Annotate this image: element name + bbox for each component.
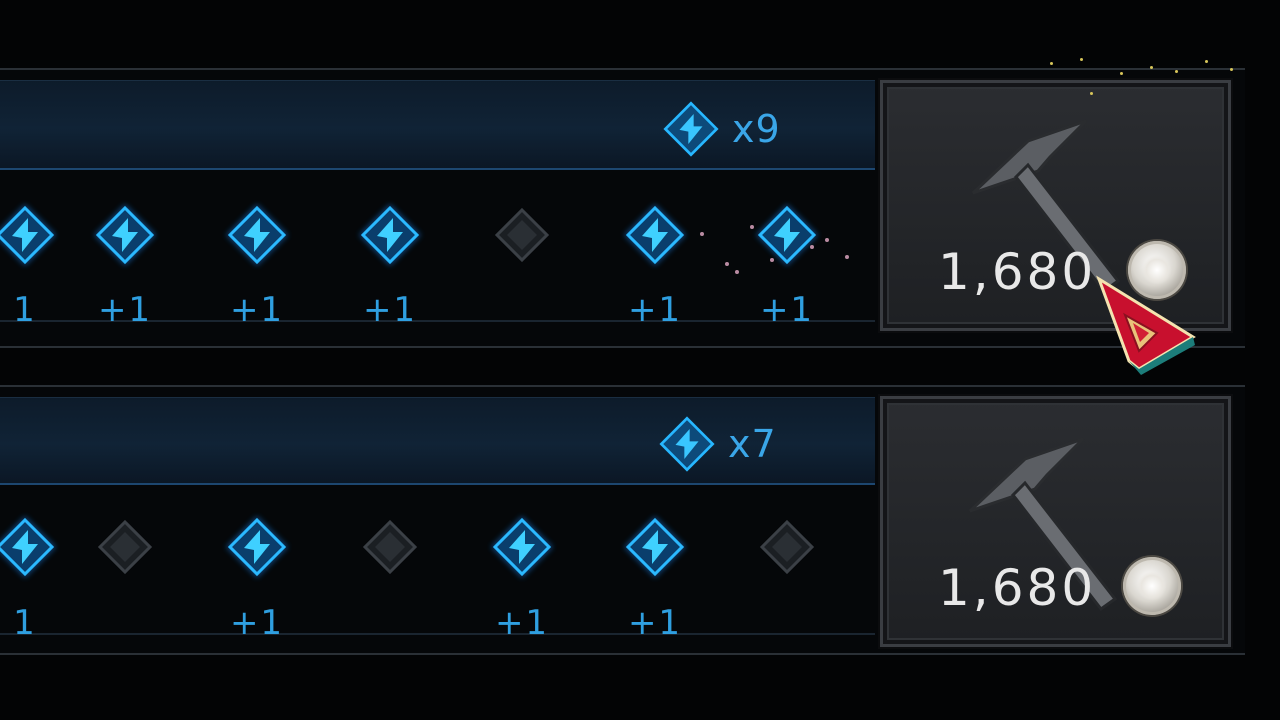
row-header: x7 — [0, 397, 875, 485]
empty-slot-icon — [752, 512, 822, 582]
counter-text: x9 — [732, 107, 781, 151]
blue-stone-icon — [0, 200, 60, 270]
empty-slot-icon — [487, 200, 557, 270]
blue-stone-icon — [355, 200, 425, 270]
blue-stone-icon — [752, 200, 822, 270]
blue-stone-icon — [0, 512, 60, 582]
blue-stone-icon — [487, 512, 557, 582]
silver-coin-icon — [1123, 557, 1181, 615]
empty-slot-icon — [355, 512, 425, 582]
blue-stone-icon — [620, 200, 690, 270]
empty-slot-icon — [90, 512, 160, 582]
stone-counter: x9 — [660, 98, 781, 160]
craft-button-2[interactable]: 1,680 — [880, 396, 1231, 647]
blue-stone-icon — [222, 512, 292, 582]
bonus-label: +1 — [229, 603, 285, 643]
blue-stone-icon — [663, 101, 719, 157]
blue-stone-icon — [90, 200, 160, 270]
bonus-label: +1 — [97, 290, 153, 330]
bonus-label: +1 — [229, 290, 285, 330]
blue-stone-icon — [659, 416, 715, 472]
slot-baseline — [0, 633, 875, 635]
counter-text: x7 — [728, 422, 777, 466]
cost-text: 1,680 — [938, 243, 1097, 301]
row-header: x9 — [0, 80, 875, 170]
bonus-label: +1 — [759, 290, 815, 330]
cost-text: 1,680 — [938, 559, 1097, 617]
bonus-label: +1 — [362, 290, 418, 330]
stone-counter: x7 — [656, 413, 777, 475]
bonus-label: +1 — [627, 603, 683, 643]
bonus-label: +1 — [494, 603, 550, 643]
bonus-label: 1 — [13, 603, 37, 643]
blue-stone-icon — [222, 200, 292, 270]
bonus-label: +1 — [627, 290, 683, 330]
blue-stone-icon — [620, 512, 690, 582]
red-pointer-icon — [1096, 275, 1196, 375]
bonus-label: 1 — [13, 290, 37, 330]
